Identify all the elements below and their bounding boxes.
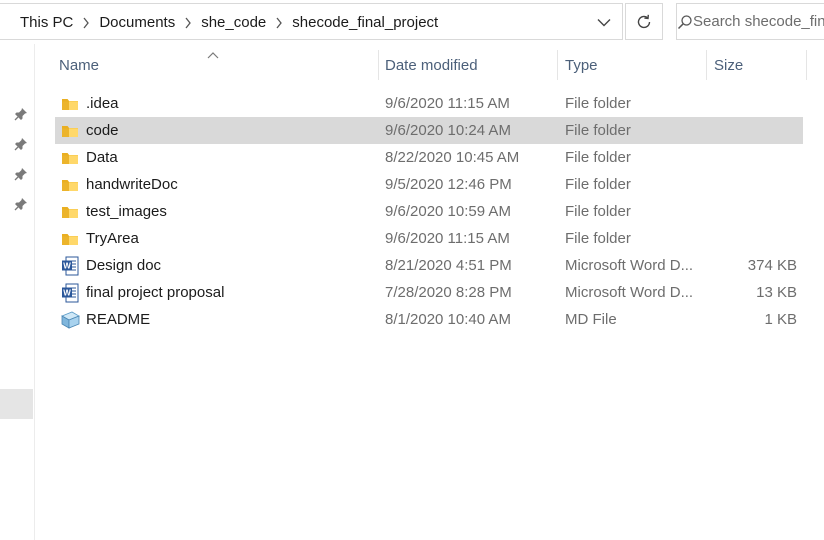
column-divider[interactable] — [557, 50, 558, 80]
file-size — [707, 90, 797, 117]
file-name: .idea — [86, 95, 119, 112]
file-type: Microsoft Word D... — [565, 257, 694, 274]
chevron-right-icon[interactable] — [177, 4, 199, 41]
column-divider[interactable] — [806, 50, 807, 80]
search-input[interactable]: Search shecode_final_project — [676, 3, 824, 40]
file-size: 374 KB — [747, 257, 797, 274]
file-type: File folder — [565, 95, 631, 112]
file-name: Data — [86, 149, 118, 166]
folder-icon — [60, 144, 80, 171]
file-type: File folder — [565, 122, 631, 139]
file-row[interactable]: W Design doc 8/21/2020 4:51 PM Microsoft Wo… — [55, 252, 803, 279]
word-document-icon: W — [60, 252, 80, 279]
file-size: 13 KB — [756, 284, 797, 301]
chevron-right-icon[interactable] — [268, 4, 290, 41]
nav-selected-item[interactable] — [0, 389, 33, 419]
file-size: 1 KB — [764, 311, 797, 328]
file-type: File folder — [565, 149, 631, 166]
file-size — [707, 198, 797, 225]
search-icon — [677, 14, 693, 30]
file-row[interactable]: .idea 9/6/2020 11:15 AM File folder — [55, 90, 803, 117]
file-list: .idea 9/6/2020 11:15 AM File folder code 9/6… — [55, 90, 805, 333]
breadcrumb-documents[interactable]: Documents — [97, 14, 177, 31]
file-name: handwriteDoc — [86, 176, 178, 193]
file-row[interactable]: handwriteDoc 9/5/2020 12:46 PM File folder — [55, 171, 803, 198]
file-name: README — [86, 311, 151, 328]
refresh-icon — [637, 14, 651, 28]
file-type: Microsoft Word D... — [565, 284, 694, 301]
file-name: final project proposal — [86, 284, 225, 301]
file-size — [707, 171, 797, 198]
file-type: MD File — [565, 311, 617, 328]
file-date-modified: 8/21/2020 4:51 PM — [385, 257, 512, 274]
file-date-modified: 9/6/2020 10:59 AM — [385, 203, 511, 220]
chevron-down-icon — [597, 19, 611, 27]
file-size — [707, 144, 797, 171]
navigation-pane[interactable] — [0, 44, 35, 540]
column-header-size[interactable]: Size — [708, 50, 806, 80]
file-type: File folder — [565, 203, 631, 220]
file-row[interactable]: Wfinal project proposal 7/28/2020 8:28 PM… — [55, 279, 803, 306]
file-date-modified: 9/5/2020 12:46 PM — [385, 176, 512, 193]
file-type: File folder — [565, 176, 631, 193]
file-date-modified: 7/28/2020 8:28 PM — [385, 284, 512, 301]
svg-text:W: W — [63, 288, 71, 297]
file-size — [707, 117, 797, 144]
folder-icon — [60, 117, 80, 144]
file-explorer-window: This PC Documents she_code shecode_final… — [0, 0, 824, 540]
file-size — [707, 225, 797, 252]
pin-icon[interactable] — [14, 107, 28, 121]
md-file-icon — [60, 306, 80, 333]
file-type: File folder — [565, 230, 631, 247]
file-name: code — [86, 122, 119, 139]
breadcrumb-this-pc[interactable]: This PC — [18, 14, 75, 31]
word-document-icon: W — [60, 279, 80, 306]
address-bar[interactable]: This PC Documents she_code shecode_final… — [0, 3, 623, 40]
address-dropdown-button[interactable] — [590, 4, 618, 41]
file-name: Design doc — [86, 257, 162, 274]
folder-icon — [60, 90, 80, 117]
file-row[interactable]: code 9/6/2020 10:24 AM File folder — [55, 117, 803, 144]
breadcrumb-shecode-final-project[interactable]: shecode_final_project — [290, 14, 440, 31]
folder-icon — [60, 198, 80, 225]
pin-icon[interactable] — [14, 197, 28, 211]
file-name: TryArea — [86, 230, 139, 247]
file-name: test_images — [86, 203, 167, 220]
search-placeholder: Search shecode_final_project — [693, 13, 824, 30]
file-date-modified: 9/6/2020 11:15 AM — [385, 230, 510, 247]
folder-icon — [60, 225, 80, 252]
folder-icon — [60, 171, 80, 198]
file-row[interactable]: TryArea 9/6/2020 11:15 AM File folder — [55, 225, 803, 252]
breadcrumb-she-code[interactable]: she_code — [199, 14, 268, 31]
column-header-type[interactable]: Type — [559, 50, 706, 80]
breadcrumb: This PC Documents she_code shecode_final… — [0, 4, 440, 41]
file-date-modified: 9/6/2020 11:15 AM — [385, 95, 510, 112]
file-date-modified: 8/22/2020 10:45 AM — [385, 149, 520, 166]
file-row[interactable]: Data 8/22/2020 10:45 AM File folder — [55, 144, 803, 171]
refresh-button[interactable] — [625, 3, 663, 40]
svg-text:W: W — [63, 261, 71, 270]
column-divider[interactable] — [706, 50, 707, 80]
file-date-modified: 9/6/2020 10:24 AM — [385, 122, 511, 139]
file-date-modified: 8/1/2020 10:40 AM — [385, 311, 511, 328]
file-row[interactable]: test_images 9/6/2020 10:59 AM File folder — [55, 198, 803, 225]
chevron-right-icon[interactable] — [75, 4, 97, 41]
column-header-date[interactable]: Date modified — [379, 50, 557, 80]
column-header-name[interactable]: Name — [53, 50, 378, 80]
pin-icon[interactable] — [14, 137, 28, 151]
pin-icon[interactable] — [14, 167, 28, 181]
file-row[interactable]: README 8/1/2020 10:40 AM MD File 1 KB — [55, 306, 803, 333]
